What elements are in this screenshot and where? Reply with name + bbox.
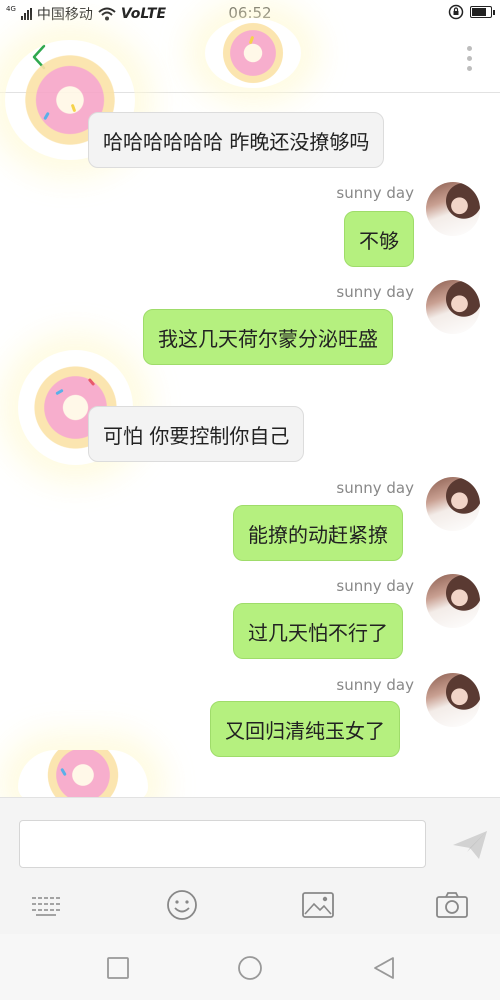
- rotation-lock-icon: [448, 4, 464, 20]
- message-text: 不够: [359, 228, 399, 253]
- keyboard-icon[interactable]: [28, 890, 64, 920]
- sender-name: sunny day: [336, 577, 414, 595]
- emoji-icon[interactable]: [164, 887, 200, 923]
- camera-icon[interactable]: [434, 890, 470, 920]
- sender-name: sunny day: [336, 676, 414, 694]
- image-icon[interactable]: [300, 890, 336, 920]
- send-icon[interactable]: [450, 828, 490, 862]
- outgoing-message-bubble[interactable]: 又回归清纯玉女了: [210, 701, 400, 757]
- more-vertical-icon[interactable]: [462, 46, 476, 76]
- sender-name: sunny day: [336, 184, 414, 202]
- outgoing-message-bubble[interactable]: 过几天怕不行了: [233, 603, 403, 659]
- message-text: 可怕 你要控制你自己: [103, 423, 290, 448]
- home-icon[interactable]: [236, 954, 264, 982]
- back-icon[interactable]: [370, 954, 398, 982]
- avatar[interactable]: [426, 574, 480, 628]
- incoming-message-bubble[interactable]: 哈哈哈哈哈哈 昨晚还没撩够吗: [88, 112, 385, 168]
- system-navigation-bar: [0, 934, 500, 1000]
- message-text: 哈哈哈哈哈哈 昨晚还没撩够吗: [103, 129, 370, 154]
- outgoing-message-bubble[interactable]: 我这几天荷尔蒙分泌旺盛: [143, 309, 393, 365]
- message-text: 能撩的动赶紧撩: [248, 522, 388, 547]
- message-text: 我这几天荷尔蒙分泌旺盛: [158, 326, 378, 351]
- input-bar: [0, 797, 500, 934]
- outgoing-message-bubble[interactable]: 能撩的动赶紧撩: [233, 505, 403, 561]
- battery-level: [472, 8, 486, 16]
- outgoing-message-bubble[interactable]: 不够: [344, 211, 414, 267]
- message-text: 又回归清纯玉女了: [225, 718, 385, 743]
- message-text: 过几天怕不行了: [248, 620, 388, 645]
- sender-name: sunny day: [336, 283, 414, 301]
- incoming-message-bubble[interactable]: 可怕 你要控制你自己: [88, 406, 305, 462]
- recent-apps-icon[interactable]: [104, 954, 132, 982]
- status-right: [448, 4, 495, 20]
- donut-decoration: [205, 18, 301, 88]
- message-input[interactable]: [19, 820, 426, 868]
- avatar[interactable]: [426, 673, 480, 727]
- avatar[interactable]: [426, 280, 480, 334]
- avatar[interactable]: [426, 182, 480, 236]
- donut-decoration: [18, 750, 148, 800]
- avatar[interactable]: [426, 477, 480, 531]
- battery-icon: [470, 6, 495, 18]
- sender-name: sunny day: [336, 479, 414, 497]
